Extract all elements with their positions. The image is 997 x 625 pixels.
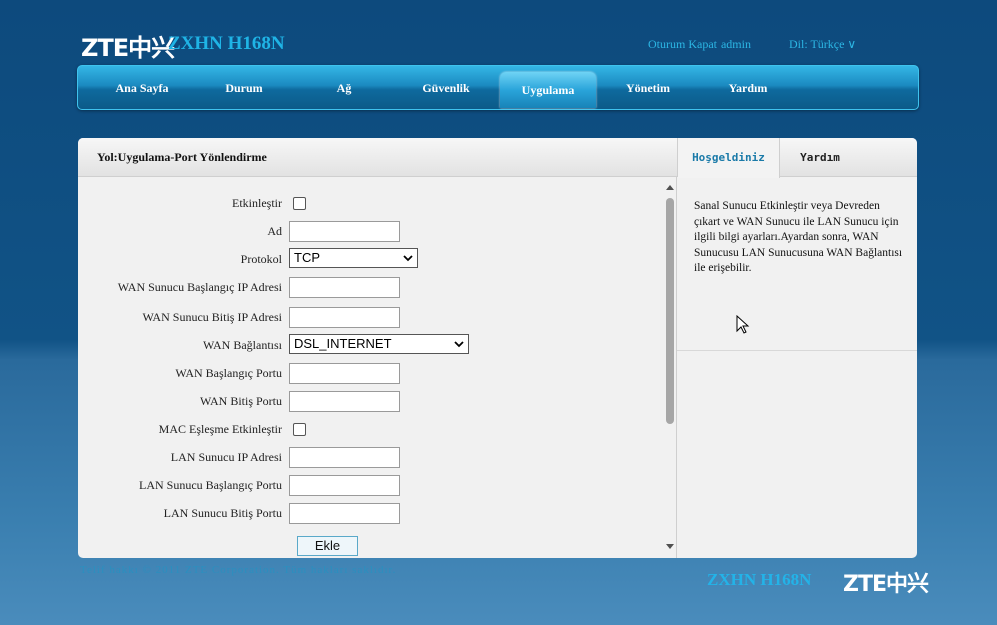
row-wan-connection: WAN Bağlantısı DSL_INTERNET: [78, 334, 662, 356]
protocol-value: TCP: [294, 250, 320, 265]
right-tabs: Hoşgeldiniz Yardım: [677, 138, 917, 178]
enable-checkbox[interactable]: [293, 197, 306, 210]
tab-help[interactable]: Yardım: [780, 138, 860, 177]
help-text: Sanal Sunucu Etkinleştir veya Devreden ç…: [694, 200, 903, 274]
wan-start-ip-label: WAN Sunucu Başlangıç IP Adresi: [117, 280, 282, 294]
wan-end-port-label: WAN Bitiş Portu: [199, 394, 282, 408]
chevron-down-icon: [454, 341, 464, 348]
wan-end-ip-label: WAN Sunucu Bitiş IP Adresi: [142, 310, 282, 324]
lan-start-port-input[interactable]: [289, 475, 400, 496]
wan-start-port-label: WAN Başlangıç Portu: [175, 366, 282, 380]
row-wan-end-port: WAN Bitiş Portu: [78, 390, 662, 412]
scroll-down-icon[interactable]: [664, 542, 676, 552]
nav-help[interactable]: Yardım: [698, 66, 798, 111]
nav-application[interactable]: Uygulama: [500, 72, 596, 108]
protocol-select[interactable]: TCP: [289, 248, 418, 268]
nav-network[interactable]: Ağ: [294, 66, 394, 111]
logout-link[interactable]: Oturum Kapat: [648, 37, 717, 52]
name-input[interactable]: [289, 221, 400, 242]
wan-end-port-input[interactable]: [289, 391, 400, 412]
wan-connection-select[interactable]: DSL_INTERNET: [289, 334, 469, 354]
row-protocol: Protokol TCP: [78, 248, 662, 270]
language-selector[interactable]: Dil: Türkçe ∨: [789, 37, 856, 52]
wan-connection-label: WAN Bağlantısı: [203, 338, 282, 352]
row-wan-end-ip: WAN Sunucu Bitiş IP Adresi: [78, 306, 662, 328]
panel-divider: [676, 177, 677, 558]
lan-end-port-label: LAN Sunucu Bitiş Portu: [163, 506, 282, 520]
name-label: Ad: [267, 224, 282, 238]
scroll-thumb[interactable]: [666, 198, 674, 424]
protocol-label: Protokol: [240, 252, 282, 266]
help-separator: [677, 350, 917, 351]
add-button[interactable]: Ekle: [297, 536, 358, 556]
mouse-cursor-icon: [736, 315, 750, 334]
nav-management[interactable]: Yönetim: [598, 66, 698, 111]
nav-security[interactable]: Güvenlik: [394, 66, 498, 111]
lan-end-port-input[interactable]: [289, 503, 400, 524]
row-wan-start-ip: WAN Sunucu Başlangıç IP Adresi: [78, 276, 662, 298]
row-enable: Etkinleştir: [78, 192, 662, 214]
model-name: ZXHN H168N: [168, 33, 285, 54]
zte-logo-footer: ZTE中兴: [843, 572, 929, 597]
tab-welcome[interactable]: Hoşgeldiniz: [678, 138, 780, 178]
model-name-footer: ZXHN H168N: [707, 570, 812, 589]
scroll-up-icon[interactable]: [664, 182, 676, 192]
enable-label: Etkinleştir: [232, 196, 282, 210]
port-forward-form: Etkinleştir Ad Protokol TCP WAN Sunucu B…: [78, 178, 662, 558]
main-nav: Ana Sayfa Durum Ağ Güvenlik Uygulama Yön…: [77, 65, 919, 110]
wan-start-port-input[interactable]: [289, 363, 400, 384]
zte-logo: ZTE中兴: [81, 34, 175, 62]
row-lan-start-port: LAN Sunucu Başlangıç Portu: [78, 474, 662, 496]
form-scrollbar[interactable]: [664, 182, 676, 554]
lan-start-port-label: LAN Sunucu Başlangıç Portu: [139, 478, 282, 492]
user-links: Oturum Kapat admin: [648, 37, 755, 52]
nav-home[interactable]: Ana Sayfa: [90, 66, 194, 111]
row-lan-ip: LAN Sunucu IP Adresi: [78, 446, 662, 468]
mac-enable-label: MAC Eşleşme Etkinleştir: [158, 422, 282, 436]
row-lan-end-port: LAN Sunucu Bitiş Portu: [78, 502, 662, 524]
nav-status[interactable]: Durum: [194, 66, 294, 111]
wan-connection-value: DSL_INTERNET: [294, 336, 392, 351]
copyright: Telif hakkı © 2011 ZTE Corporation. Tüm …: [80, 564, 397, 576]
lan-ip-label: LAN Sunucu IP Adresi: [170, 450, 282, 464]
row-wan-start-port: WAN Başlangıç Portu: [78, 362, 662, 384]
breadcrumb: Yol:Uygulama-Port Yönlendirme: [78, 138, 677, 177]
mac-enable-checkbox[interactable]: [293, 423, 306, 436]
wan-start-ip-input[interactable]: [289, 277, 400, 298]
username: admin: [720, 37, 751, 51]
content-panel: Yol:Uygulama-Port Yönlendirme Hoşgeldini…: [78, 138, 917, 558]
wan-end-ip-input[interactable]: [289, 307, 400, 328]
lan-ip-input[interactable]: [289, 447, 400, 468]
row-mac-enable: MAC Eşleşme Etkinleştir: [78, 418, 662, 440]
chevron-down-icon: [403, 255, 413, 262]
row-name: Ad: [78, 220, 662, 242]
